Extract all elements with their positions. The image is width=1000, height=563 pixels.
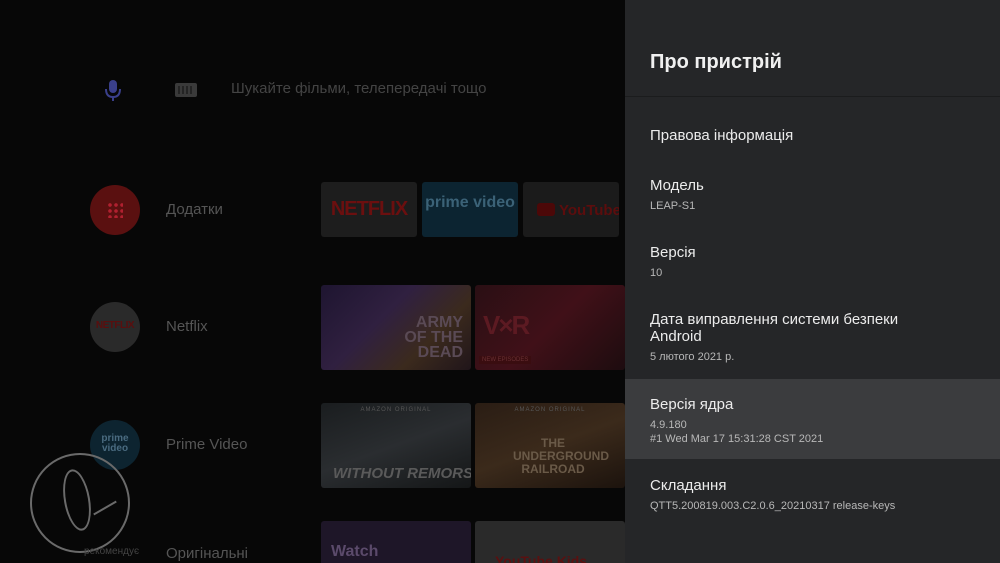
settings-item-label: Версія ядра — [650, 396, 734, 413]
home-screen-background: Шукайте фільми, телепередачі тощо Додатк… — [0, 0, 625, 563]
panel-title: Про пристрій — [650, 51, 782, 73]
tile-without-remorse[interactable]: AMAZON ORIGINAL WITHOUT REMORSE — [321, 403, 471, 488]
settings-item-kernel-version[interactable]: Версія ядра 4.9.180 #1 Wed Mar 17 15:31:… — [625, 379, 1000, 459]
search-placeholder[interactable]: Шукайте фільми, телепередачі тощо — [231, 80, 486, 97]
settings-item-security-patch[interactable]: Дата виправлення системи безпеки Android… — [625, 297, 1000, 377]
settings-item-model[interactable]: Модель LEAP-S1 — [625, 163, 1000, 223]
settings-item-label: Дата виправлення системи безпеки Android — [650, 311, 899, 345]
settings-item-version[interactable]: Версія 10 — [625, 230, 1000, 290]
settings-item-value: 5 лютого 2021 р. — [650, 351, 735, 363]
tile-prime-video[interactable]: prime video — [422, 182, 518, 237]
panel-divider — [625, 96, 1000, 97]
love-death-robots-logo: V×R — [483, 310, 530, 340]
tile-underground-railroad[interactable]: AMAZON ORIGINAL THE UNDERGROUND RAILROAD — [475, 403, 625, 488]
youtube-play-icon — [537, 203, 555, 216]
tile-netflix[interactable]: NETFLIX — [321, 182, 417, 237]
tile-watch[interactable]: Watch — [321, 521, 471, 563]
settings-item-value: 4.9.180 — [650, 419, 687, 431]
about-device-panel: Про пристрій Правова інформація Модель L… — [625, 0, 1000, 563]
apps-icon[interactable] — [90, 185, 140, 235]
watermark-text: рекомендує — [84, 546, 140, 557]
settings-item-build[interactable]: Складання QTT5.200819.003.C2.0.6_2021031… — [625, 462, 1000, 522]
settings-item-label: Версія — [650, 244, 696, 261]
row-label-netflix: Netflix — [166, 318, 208, 335]
tile-love-death-robots[interactable]: V×R NEW EPISODES — [475, 285, 625, 370]
settings-item-value: 10 — [650, 267, 663, 279]
keyboard-icon[interactable] — [175, 83, 197, 97]
settings-item-label: Складання — [650, 477, 727, 494]
settings-item-label: Правова інформація — [650, 127, 794, 144]
tile-army-of-the-dead[interactable]: ARMY OF THE DEAD — [321, 285, 471, 370]
settings-item-legal-info[interactable]: Правова інформація — [625, 110, 1000, 160]
tile-youtube-kids[interactable]: YouTube Kids — [475, 521, 625, 563]
settings-item-value: QTT5.200819.003.C2.0.6_20210317 release-… — [650, 500, 896, 512]
tile-youtube[interactable]: YouTube — [523, 182, 619, 237]
settings-item-value-detail: #1 Wed Mar 17 15:31:28 CST 2021 — [650, 433, 824, 445]
microphone-icon[interactable] — [104, 80, 122, 102]
settings-item-label: Модель — [650, 177, 704, 194]
row-label-prime-video: Prime Video — [166, 436, 248, 453]
row-label-apps: Додатки — [166, 201, 223, 218]
settings-item-value: LEAP-S1 — [650, 200, 696, 212]
watermark-logo-icon — [30, 453, 130, 553]
row-label-originals: Оригінальні — [166, 545, 249, 562]
netflix-app-icon[interactable]: NETFLIX — [90, 302, 140, 352]
